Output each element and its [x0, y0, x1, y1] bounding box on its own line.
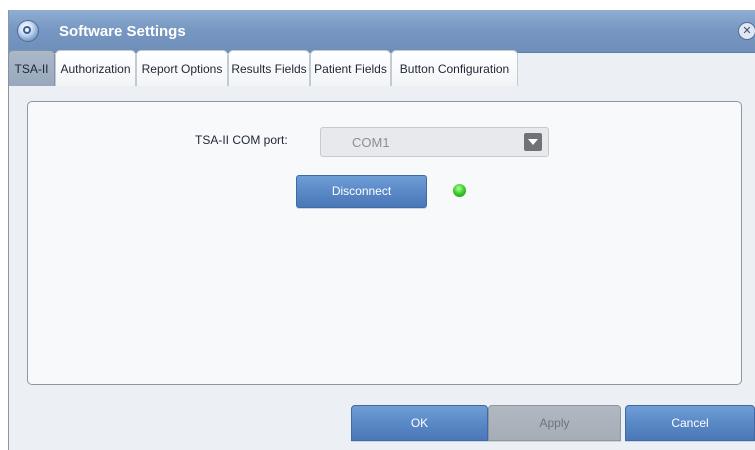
chevron-down-icon[interactable]	[524, 133, 542, 151]
com-port-label: TSA-II COM port:	[195, 133, 288, 147]
close-icon[interactable]: ✕	[738, 22, 755, 40]
disconnect-button[interactable]: Disconnect	[296, 175, 427, 208]
tab-patient-fields[interactable]: Patient Fields	[310, 50, 391, 86]
apply-button[interactable]: Apply	[488, 405, 621, 441]
app-logo-icon	[17, 20, 39, 42]
tab-authorization[interactable]: Authorization	[55, 50, 136, 86]
tab-tsa-ii[interactable]: TSA-II	[8, 50, 55, 86]
tab-report-options[interactable]: Report Options	[136, 50, 228, 86]
com-port-select[interactable]: COM1	[320, 127, 549, 157]
tab-results-fields[interactable]: Results Fields	[228, 50, 310, 86]
cancel-button[interactable]: Cancel	[625, 405, 755, 441]
tab-button-configuration[interactable]: Button Configuration	[391, 50, 518, 86]
com-port-value: COM1	[352, 135, 390, 150]
title-bar: Software Settings ✕	[9, 10, 755, 53]
connection-status-indicator	[453, 184, 466, 197]
ok-button[interactable]: OK	[351, 405, 488, 441]
window-title: Software Settings	[59, 23, 186, 40]
